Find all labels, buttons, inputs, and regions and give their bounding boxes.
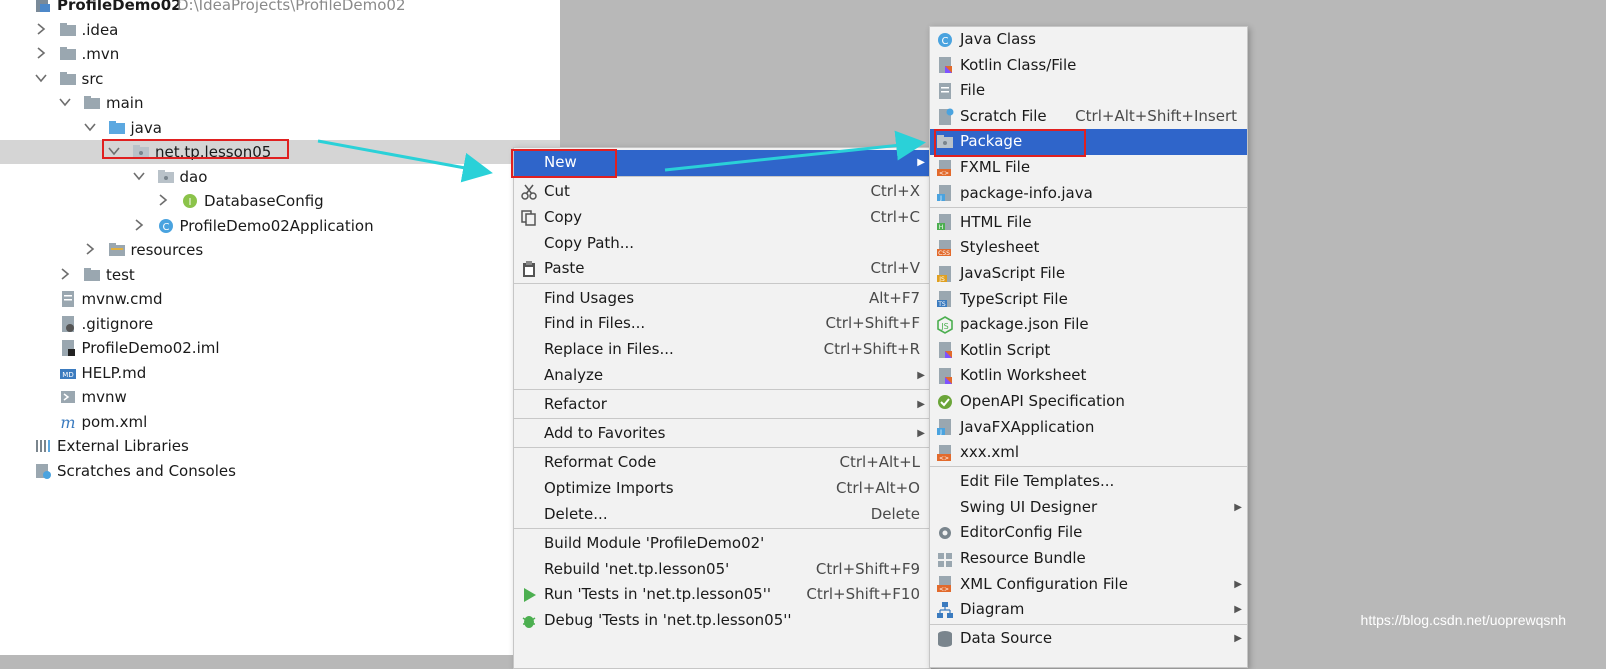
annotation-box-package (934, 129, 1086, 157)
annotation-arrow (664, 130, 926, 172)
annotation-arrow (317, 139, 493, 183)
annotation-box-package-tree (102, 139, 289, 159)
watermark: https://blog.csdn.net/uoprewqsnh (1360, 612, 1566, 628)
annotation-overlay (317, 130, 926, 183)
annotation-box-new (511, 149, 617, 178)
